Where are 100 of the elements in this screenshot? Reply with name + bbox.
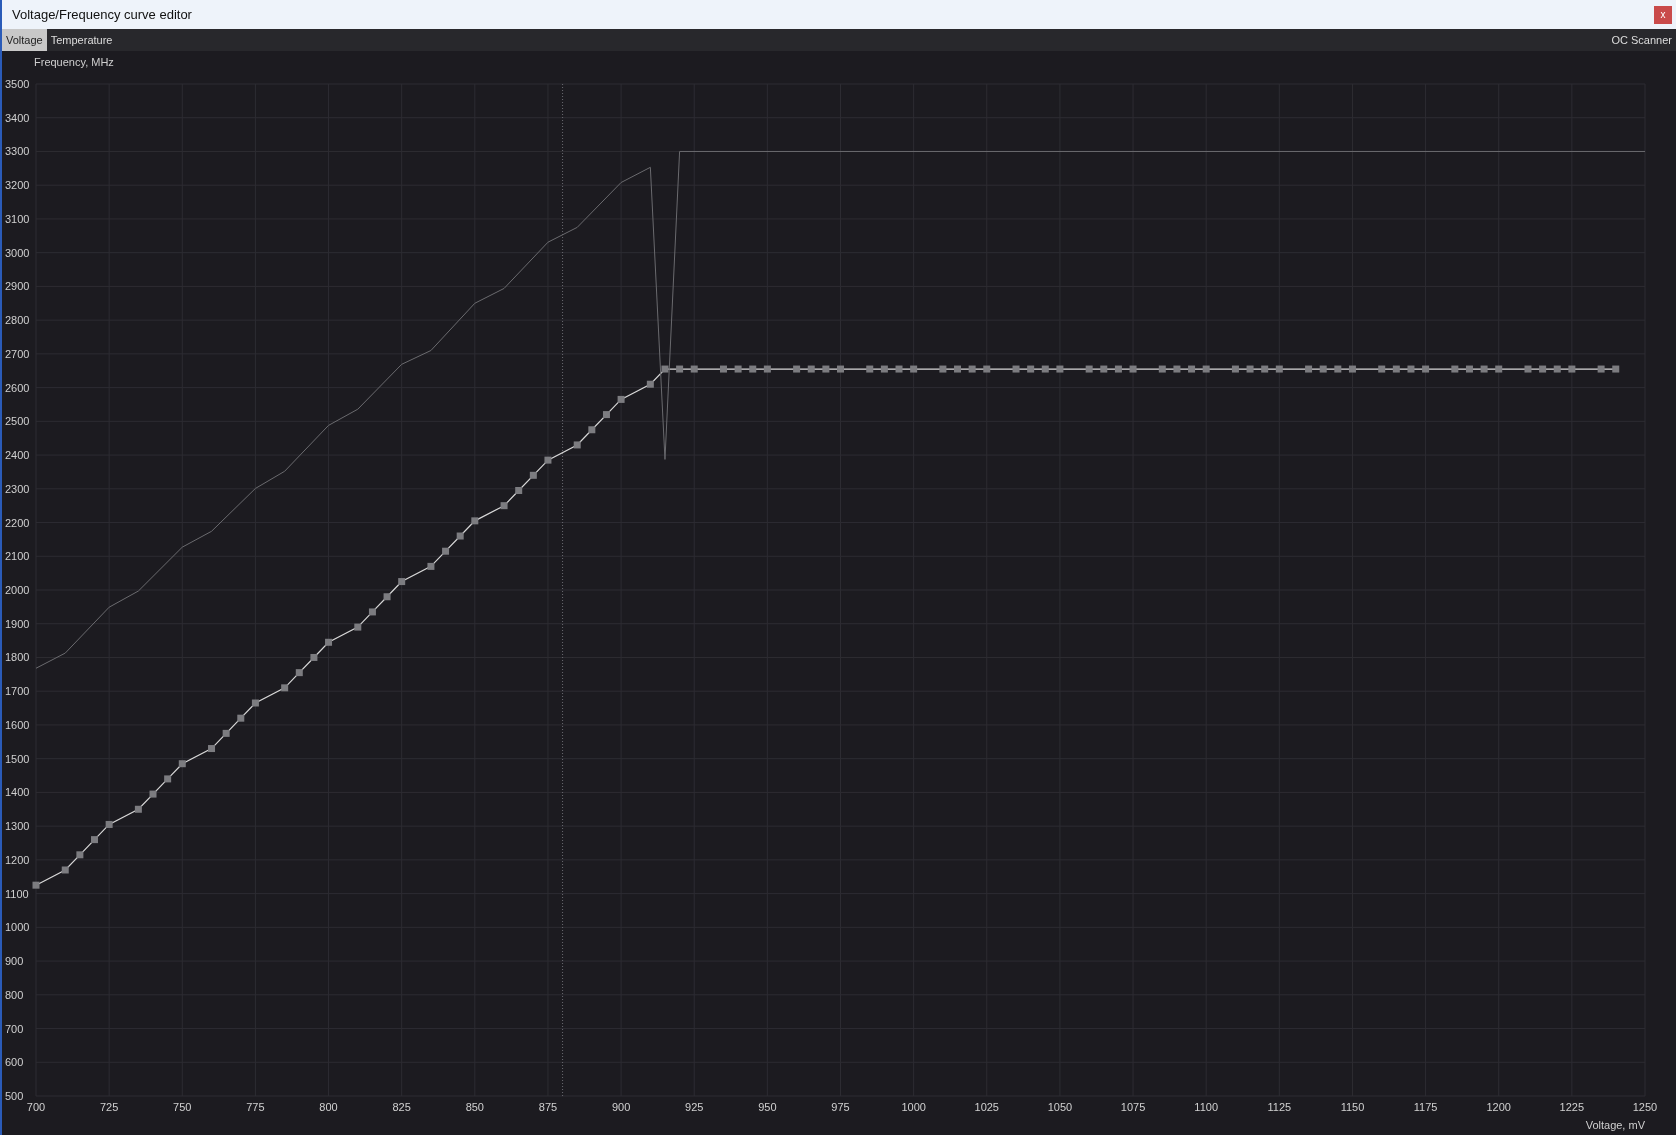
curve-point[interactable] bbox=[910, 365, 918, 373]
curve-point[interactable] bbox=[1334, 365, 1342, 373]
curve-point[interactable] bbox=[1085, 365, 1093, 373]
tab[interactable]: Temperature bbox=[46, 29, 117, 51]
curve-point[interactable] bbox=[1495, 365, 1503, 373]
curve-point[interactable] bbox=[1027, 365, 1035, 373]
curve-point[interactable] bbox=[749, 365, 757, 373]
curve-point[interactable] bbox=[1392, 365, 1400, 373]
curve-point[interactable] bbox=[281, 684, 289, 692]
curve-point[interactable] bbox=[1612, 365, 1620, 373]
curve-point[interactable] bbox=[500, 502, 508, 510]
close-button[interactable]: x bbox=[1654, 5, 1672, 24]
curve-point[interactable] bbox=[544, 456, 552, 464]
curve-point[interactable] bbox=[1129, 365, 1137, 373]
curve-point[interactable] bbox=[895, 365, 903, 373]
curve-point[interactable] bbox=[515, 487, 523, 494]
curve-point[interactable] bbox=[1041, 365, 1049, 373]
curve-point[interactable] bbox=[1100, 365, 1108, 373]
curve-point[interactable] bbox=[325, 638, 333, 646]
curve-point[interactable] bbox=[573, 441, 581, 449]
curve-point[interactable] bbox=[354, 623, 362, 631]
curve-point[interactable] bbox=[646, 380, 654, 388]
curve-point[interactable] bbox=[676, 365, 684, 373]
curve-point[interactable] bbox=[1114, 365, 1122, 373]
curve-point[interactable] bbox=[1422, 365, 1430, 373]
curve-point[interactable] bbox=[807, 365, 815, 373]
curve-point[interactable] bbox=[134, 805, 142, 813]
curve-point[interactable] bbox=[76, 851, 84, 859]
curve-point[interactable] bbox=[105, 820, 113, 828]
curve-point[interactable] bbox=[1231, 365, 1239, 373]
curve-point[interactable] bbox=[983, 365, 991, 373]
x-tick-label: 1125 bbox=[1267, 1101, 1292, 1113]
curve-point[interactable] bbox=[690, 365, 698, 373]
curve-point[interactable] bbox=[617, 395, 625, 403]
curve-point[interactable] bbox=[398, 578, 406, 586]
x-tick-label: 1025 bbox=[974, 1101, 999, 1113]
curve-point[interactable] bbox=[1246, 365, 1254, 373]
tab[interactable]: Voltage bbox=[2, 29, 47, 51]
curve-point[interactable] bbox=[383, 593, 391, 601]
curve-point[interactable] bbox=[1158, 365, 1166, 373]
curve-point[interactable] bbox=[793, 365, 801, 373]
curve-point[interactable] bbox=[866, 365, 874, 373]
curve-point[interactable] bbox=[529, 471, 537, 479]
curve-point[interactable] bbox=[1056, 365, 1064, 373]
curve-point[interactable] bbox=[442, 547, 450, 555]
curve-point[interactable] bbox=[880, 365, 888, 373]
curve-point[interactable] bbox=[1539, 365, 1547, 373]
curve-point[interactable] bbox=[822, 365, 830, 373]
curve-point[interactable] bbox=[237, 714, 245, 722]
curve-point[interactable] bbox=[1305, 365, 1313, 373]
curve-point[interactable] bbox=[1451, 365, 1459, 373]
curve-point[interactable] bbox=[1568, 365, 1576, 373]
curve-point[interactable] bbox=[91, 836, 98, 844]
curve-point[interactable] bbox=[1202, 365, 1210, 373]
curve-point[interactable] bbox=[1348, 365, 1356, 373]
curve-point[interactable] bbox=[1261, 365, 1269, 373]
curve-point[interactable] bbox=[1407, 365, 1415, 373]
curve-point[interactable] bbox=[456, 532, 464, 540]
curve-point[interactable] bbox=[178, 760, 186, 768]
curve-point[interactable] bbox=[1524, 365, 1532, 373]
curve-point[interactable] bbox=[1188, 365, 1196, 373]
y-tick-label: 3400 bbox=[5, 111, 30, 124]
x-tick-label: 700 bbox=[26, 1101, 46, 1113]
curve-point[interactable] bbox=[427, 562, 435, 570]
x-tick-label: 1150 bbox=[1340, 1101, 1365, 1113]
curve-point[interactable] bbox=[588, 426, 596, 434]
curve-point[interactable] bbox=[1173, 365, 1181, 373]
y-tick-label: 2400 bbox=[5, 449, 30, 462]
curve-point[interactable] bbox=[1553, 365, 1561, 373]
curve-point[interactable] bbox=[602, 411, 610, 419]
curve-point[interactable] bbox=[1378, 365, 1386, 373]
curve-point[interactable] bbox=[295, 669, 303, 677]
curve-point[interactable] bbox=[1275, 365, 1283, 373]
curve-point[interactable] bbox=[149, 790, 157, 798]
curve-point[interactable] bbox=[1597, 365, 1605, 373]
curve-point[interactable] bbox=[32, 881, 40, 889]
y-tick-label: 1300 bbox=[5, 820, 30, 833]
curve-point[interactable] bbox=[61, 866, 69, 874]
curve-point[interactable] bbox=[208, 745, 216, 753]
curve-point[interactable] bbox=[968, 365, 976, 373]
x-tick-label: 1225 bbox=[1559, 1101, 1585, 1113]
curve-point[interactable] bbox=[1319, 365, 1327, 373]
curve-point[interactable] bbox=[164, 775, 172, 783]
curve-point[interactable] bbox=[368, 608, 376, 616]
y-tick-label: 3000 bbox=[5, 246, 30, 259]
curve-point[interactable] bbox=[939, 365, 947, 373]
curve-point[interactable] bbox=[222, 729, 230, 737]
y-tick-label: 1100 bbox=[5, 887, 29, 900]
curve-point[interactable] bbox=[1480, 365, 1488, 373]
tab[interactable]: OC Scanner bbox=[1607, 29, 1676, 51]
y-tick-label: 3500 bbox=[5, 78, 30, 90]
curve-point[interactable] bbox=[661, 365, 669, 373]
y-tick-label: 2300 bbox=[5, 482, 30, 495]
curve-point[interactable] bbox=[251, 699, 259, 707]
curve-point[interactable] bbox=[763, 365, 771, 373]
curve-point[interactable] bbox=[1465, 365, 1473, 373]
curve-point[interactable] bbox=[734, 365, 742, 373]
curve-point[interactable] bbox=[310, 653, 318, 661]
curve-point[interactable] bbox=[471, 517, 479, 525]
curve-point[interactable] bbox=[1012, 365, 1020, 373]
